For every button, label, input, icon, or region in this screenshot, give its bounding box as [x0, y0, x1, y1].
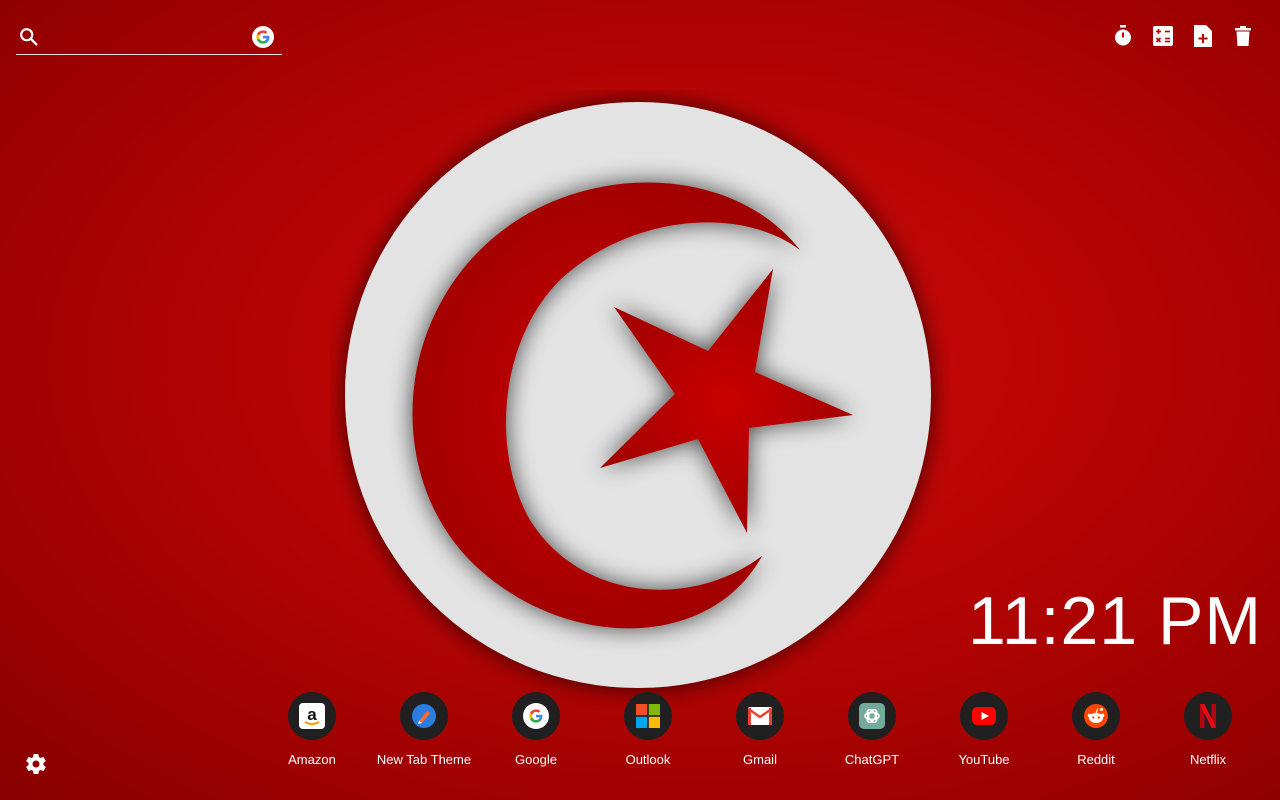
shortcut-new-tab-theme[interactable]: New Tab Theme — [368, 692, 480, 767]
shortcut-reddit[interactable]: Reddit — [1040, 692, 1152, 767]
shortcut-gmail[interactable]: Gmail — [704, 692, 816, 767]
amazon-icon: a — [288, 692, 336, 740]
youtube-icon — [960, 692, 1008, 740]
trash-icon[interactable] — [1232, 24, 1254, 48]
reddit-icon — [1072, 692, 1120, 740]
top-toolbar — [1112, 24, 1254, 48]
new-note-icon[interactable] — [1192, 24, 1214, 48]
shortcut-label: New Tab Theme — [376, 752, 472, 767]
shortcut-bar: a Amazon New Tab Theme Google Outlook Gm… — [256, 692, 1264, 782]
shortcut-label: Netflix — [1189, 752, 1227, 767]
chatgpt-icon — [848, 692, 896, 740]
calculator-icon[interactable] — [1152, 24, 1174, 48]
svg-text:a: a — [307, 705, 317, 724]
tunisia-flag-emblem — [345, 102, 931, 688]
google-engine-icon[interactable] — [252, 26, 274, 48]
shortcut-google[interactable]: Google — [480, 692, 592, 767]
shortcut-outlook[interactable]: Outlook — [592, 692, 704, 767]
shortcut-label: Gmail — [743, 752, 777, 767]
timer-icon[interactable] — [1112, 24, 1134, 48]
shortcut-label: Outlook — [625, 752, 671, 767]
new-tab-theme-icon — [400, 692, 448, 740]
shortcut-chatgpt[interactable]: ChatGPT — [816, 692, 928, 767]
search-bar — [16, 20, 282, 55]
shortcut-label: Amazon — [288, 752, 336, 767]
gmail-icon — [736, 692, 784, 740]
shortcut-amazon[interactable]: a Amazon — [256, 692, 368, 767]
shortcut-label: Reddit — [1077, 752, 1115, 767]
clock-time: 11:21 PM — [967, 583, 1262, 659]
shortcut-label: YouTube — [958, 752, 1010, 767]
netflix-icon — [1184, 692, 1232, 740]
shortcut-label: Google — [515, 752, 557, 767]
search-input[interactable] — [52, 24, 246, 52]
shortcut-youtube[interactable]: YouTube — [928, 692, 1040, 767]
settings-gear-icon[interactable] — [24, 752, 48, 776]
google-icon — [512, 692, 560, 740]
shortcut-label: ChatGPT — [844, 752, 900, 767]
shortcut-netflix[interactable]: Netflix — [1152, 692, 1264, 767]
outlook-icon — [624, 692, 672, 740]
search-icon[interactable] — [18, 26, 40, 48]
